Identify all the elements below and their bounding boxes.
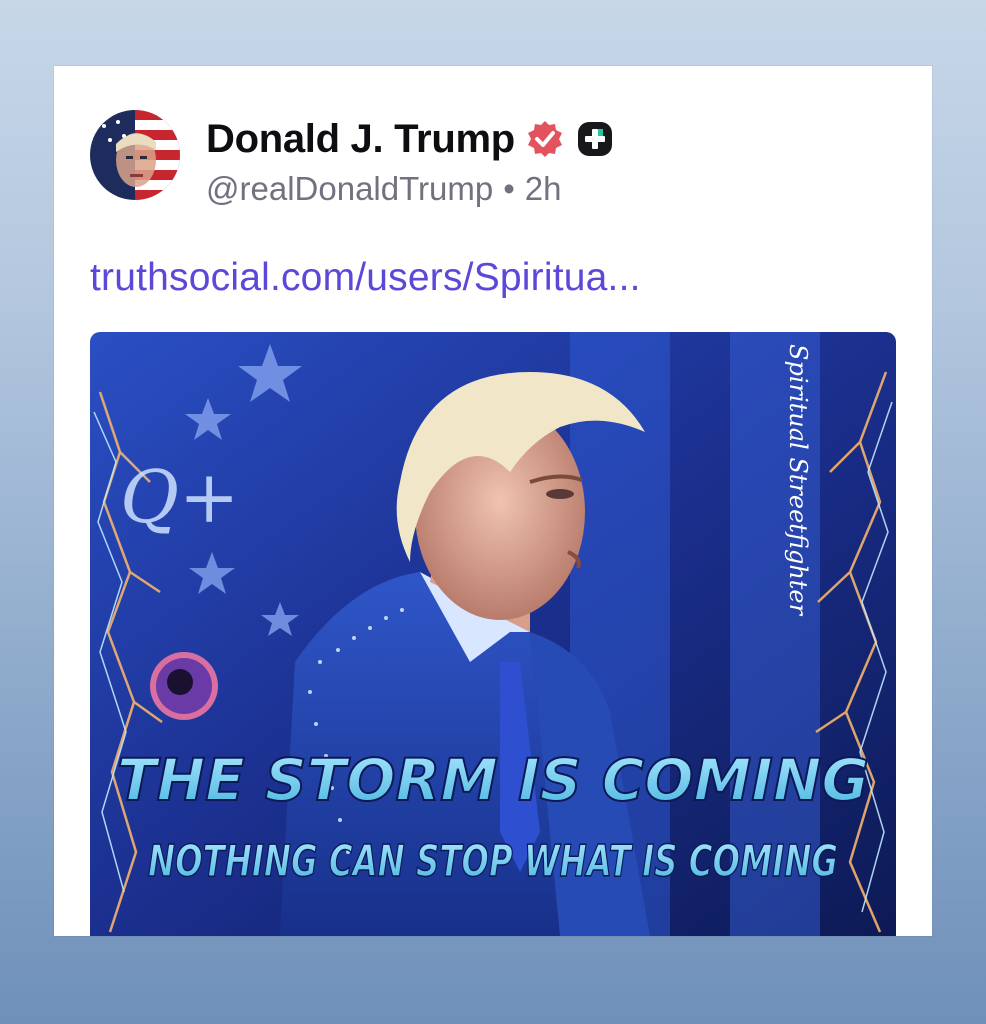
avatar[interactable] [90,110,180,200]
media-headline: THE STORM IS COMING [117,746,869,814]
post-link[interactable]: truthsocial.com/users/Spiritua... [90,256,641,300]
meta-separator: • [503,170,515,207]
author-meta-row: @realDonaldTrump • 2h [206,170,562,208]
plus-badge-icon [575,119,615,159]
post-card: Donald J. Trump @realDonaldTrump • 2h tr… [54,66,932,936]
author-name-row: Donald J. Trump [206,114,615,164]
display-name[interactable]: Donald J. Trump [206,117,515,162]
author-handle[interactable]: @realDonaldTrump [206,170,493,208]
post-timestamp[interactable]: 2h [525,170,562,208]
post-image[interactable]: Q+ THE STORM IS COMING NOTHING CAN STOP … [90,332,896,936]
media-watermark: Spiritual Streetfighter [784,344,812,617]
media-subheadline: NOTHING CAN STOP WHAT IS COMING [148,836,838,887]
verified-badge-icon [525,119,565,159]
q-logo: Q+ [120,455,239,539]
